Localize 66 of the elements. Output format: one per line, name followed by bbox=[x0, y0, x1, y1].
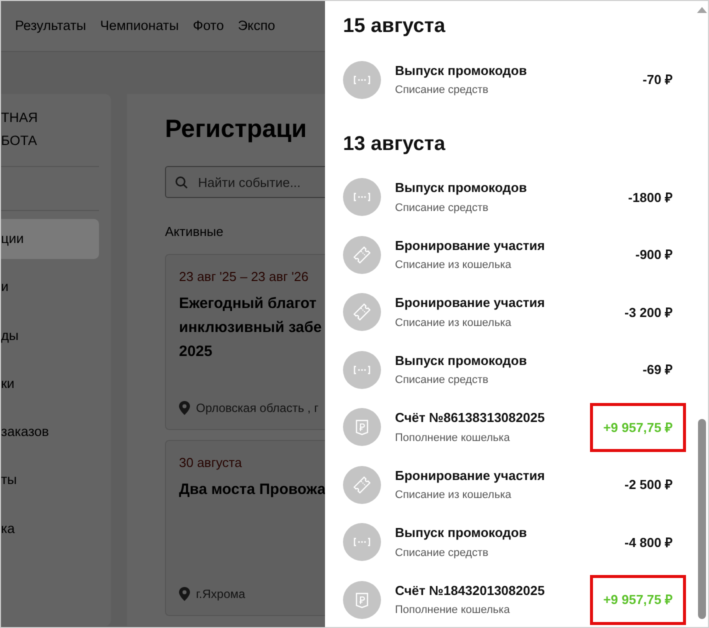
sidebar-item[interactable]: заказов bbox=[1, 412, 99, 452]
transaction-title: Выпуск промокодов bbox=[395, 352, 528, 370]
transaction-title: Счёт №86138313082025 bbox=[395, 409, 546, 428]
promo-code-icon bbox=[343, 178, 381, 216]
search-field[interactable]: Найти событие... bbox=[165, 166, 325, 198]
ticket-icon bbox=[343, 293, 381, 332]
event-location: г.Яхрома bbox=[196, 586, 246, 602]
section-heading: Активные bbox=[165, 223, 224, 241]
sidebar-item[interactable]: ка bbox=[1, 508, 99, 549]
sidebar-item[interactable]: ки bbox=[1, 364, 99, 404]
transaction-amount: -2 500 ₽ bbox=[624, 476, 674, 494]
transaction-title: Счёт №18432013082025 bbox=[395, 582, 546, 600]
location-pin-icon bbox=[179, 400, 190, 414]
transaction-subtitle: Списание средств bbox=[395, 546, 490, 561]
transaction-amount: -1800 ₽ bbox=[627, 188, 674, 206]
transaction-title: Бронирование участия bbox=[395, 294, 546, 312]
transaction-title: Бронирование участия bbox=[395, 236, 546, 255]
transaction-subtitle: Списание средств bbox=[395, 373, 490, 388]
event-title: Ежегодный благот bbox=[179, 294, 318, 314]
nav-link[interactable]: Фото bbox=[192, 16, 224, 36]
transaction-amount: -3 200 ₽ bbox=[624, 304, 674, 322]
scrollbar-thumb[interactable] bbox=[698, 419, 706, 619]
sidebar-item[interactable]: и bbox=[1, 267, 99, 308]
transaction-title: Выпуск промокодов bbox=[395, 62, 528, 80]
promo-code-icon bbox=[343, 60, 381, 99]
event-date: 23 авг '25 – 23 авг '26 bbox=[179, 268, 310, 286]
event-card[interactable]: 23 авг '25 – 23 авг '26 Ежегодный благот инклюзивный забе 2025 Орловская область , г bbox=[165, 254, 325, 430]
sidebar-item[interactable]: ции bbox=[1, 219, 99, 260]
highlighted-amount: +9 957,75 ₽ bbox=[590, 575, 686, 624]
event-title: 2025 bbox=[179, 342, 214, 362]
event-date: 30 августа bbox=[179, 454, 243, 472]
transaction-amount: -69 ₽ bbox=[642, 361, 674, 379]
transaction-subtitle: Пополнение кошелька bbox=[395, 430, 511, 446]
ticket-icon bbox=[343, 236, 381, 274]
transaction-subtitle: Списание из кошелька bbox=[395, 316, 512, 331]
highlighted-amount: +9 957,75 ₽ bbox=[590, 402, 686, 452]
receipt-icon bbox=[343, 408, 381, 446]
sidebar-item[interactable]: ды bbox=[1, 316, 99, 356]
transaction-amount: -70 ₽ bbox=[642, 71, 674, 89]
sidebar-item[interactable]: ты bbox=[1, 460, 99, 500]
nav-link[interactable]: Чемпионаты bbox=[100, 16, 179, 36]
transaction-title: Выпуск промокодов bbox=[395, 179, 528, 198]
transaction-subtitle: Списание из кошелька bbox=[395, 488, 512, 504]
transaction-subtitle: Списание средств bbox=[395, 83, 490, 98]
scroll-up-icon[interactable] bbox=[697, 7, 707, 13]
transaction-title: Выпуск промокодов bbox=[395, 524, 528, 542]
nav-link[interactable]: Экспо bbox=[238, 16, 276, 36]
date-heading: 15 августа bbox=[343, 14, 446, 39]
transaction-subtitle: Пополнение кошелька bbox=[395, 603, 511, 618]
transaction-amount: -4 800 ₽ bbox=[624, 534, 674, 552]
event-location: Орловская область , г bbox=[196, 400, 318, 416]
transaction-amount: -900 ₽ bbox=[634, 246, 674, 264]
sidebar-heading: ТНАЯ bbox=[1, 109, 39, 127]
transaction-subtitle: Списание средств bbox=[395, 200, 490, 216]
location-pin-icon bbox=[179, 586, 190, 600]
event-title: инклюзивный забе bbox=[179, 318, 323, 338]
promo-code-icon bbox=[343, 523, 381, 562]
nav-link[interactable]: Результаты bbox=[15, 16, 86, 36]
page-title: Регистраци bbox=[165, 114, 308, 144]
ticket-icon bbox=[343, 466, 381, 504]
promo-code-icon bbox=[343, 350, 381, 389]
receipt-icon bbox=[343, 580, 381, 619]
transaction-title: Бронирование участия bbox=[395, 466, 546, 485]
date-heading: 13 августа bbox=[343, 132, 446, 156]
sidebar-heading: БОТА bbox=[1, 132, 38, 150]
transaction-subtitle: Списание из кошелька bbox=[395, 258, 512, 274]
